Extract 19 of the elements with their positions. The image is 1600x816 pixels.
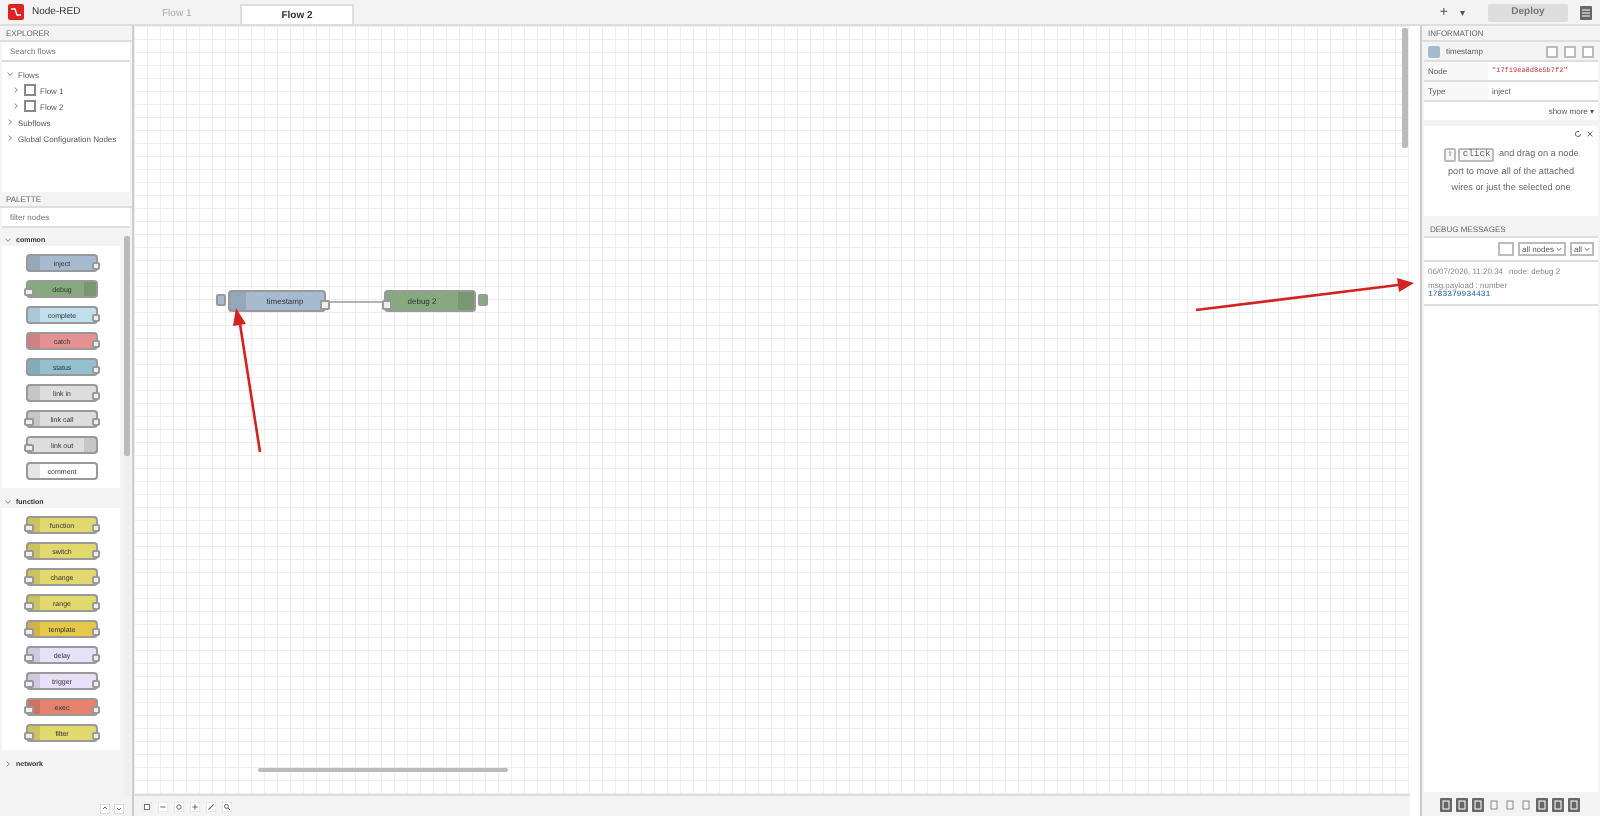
node-icon [1428, 45, 1440, 57]
caret-icon[interactable] [1555, 246, 1562, 252]
scrollbar[interactable] [124, 236, 130, 796]
scrollbar[interactable] [258, 767, 508, 772]
wire[interactable] [330, 299, 384, 303]
debug-toggle[interactable] [478, 294, 488, 306]
inject-button[interactable] [216, 294, 226, 306]
close-icon[interactable] [1586, 130, 1594, 138]
refresh-icon[interactable] [1574, 130, 1582, 138]
select-icon[interactable] [142, 801, 152, 811]
menu-icon[interactable] [1580, 5, 1592, 19]
reset-zoom-icon[interactable] [174, 801, 184, 811]
scrollbar[interactable] [1402, 28, 1408, 148]
expand-icon[interactable] [114, 803, 124, 813]
collapse-icon[interactable] [100, 803, 110, 813]
zoom-out-icon[interactable] [158, 801, 168, 811]
zoom-in-icon[interactable] [190, 801, 200, 811]
caret-icon[interactable] [1584, 246, 1590, 252]
pencil-icon[interactable] [206, 801, 216, 811]
